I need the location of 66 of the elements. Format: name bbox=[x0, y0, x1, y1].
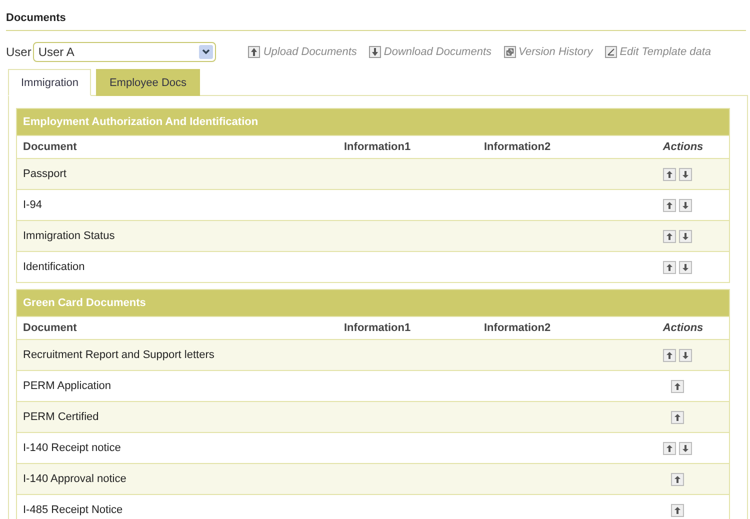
up-arrow-icon bbox=[672, 412, 682, 422]
table-cell-text: Identification bbox=[22, 261, 86, 273]
up-arrow-icon bbox=[664, 444, 674, 452]
up-arrow-icon bbox=[664, 232, 674, 240]
table-cell-text: Recruitment Report and Support letters bbox=[22, 349, 216, 361]
toolbar-link[interactable]: Version History bbox=[504, 46, 593, 58]
upload-button[interactable] bbox=[670, 410, 684, 424]
up-arrow-icon bbox=[664, 200, 674, 210]
download-button[interactable] bbox=[678, 168, 692, 180]
up-arrow-icon bbox=[248, 46, 260, 58]
tab[interactable]: Employee Docs bbox=[96, 69, 200, 96]
user-label: User bbox=[6, 45, 32, 59]
down-arrow-icon bbox=[680, 232, 690, 240]
upload-button[interactable] bbox=[670, 380, 684, 392]
down-arrow-icon bbox=[368, 46, 381, 58]
download-button[interactable] bbox=[678, 348, 692, 362]
table-cell-text: I-94 bbox=[22, 199, 43, 211]
table-cell-text: I-140 Approval notice bbox=[22, 473, 128, 485]
user-select[interactable]: User A bbox=[33, 42, 216, 62]
down-arrow-icon bbox=[680, 170, 690, 178]
up-arrow-icon bbox=[672, 506, 682, 514]
section-header: Employment Authorization And Identification bbox=[17, 109, 729, 135]
up-arrow-icon bbox=[672, 382, 682, 390]
column-header: Information2 bbox=[483, 322, 552, 334]
pencil-icon bbox=[604, 46, 617, 58]
up-arrow-icon bbox=[664, 262, 674, 272]
column-header: Actions bbox=[662, 141, 704, 153]
column-header: Information1 bbox=[343, 141, 412, 153]
up-arrow-icon bbox=[672, 474, 682, 484]
column-header: Information1 bbox=[343, 322, 412, 334]
upload-button[interactable] bbox=[662, 348, 676, 362]
download-button[interactable] bbox=[678, 442, 692, 454]
section-header: Green Card Documents bbox=[17, 290, 729, 316]
dropdown-icon bbox=[199, 45, 214, 59]
upload-button[interactable] bbox=[662, 168, 676, 180]
toolbar-link[interactable]: Download Documents bbox=[368, 46, 492, 58]
column-header: Actions bbox=[662, 322, 704, 334]
copy-icon bbox=[504, 46, 516, 58]
upload-button[interactable] bbox=[662, 198, 676, 212]
upload-button[interactable] bbox=[662, 260, 676, 274]
upload-button[interactable] bbox=[662, 442, 676, 454]
page-title: Documents bbox=[6, 0, 746, 31]
table-cell-text: PERM Certified bbox=[22, 411, 100, 423]
column-header: Document bbox=[22, 141, 78, 153]
download-button[interactable] bbox=[678, 198, 692, 212]
table-cell-text: Immigration Status bbox=[22, 230, 116, 242]
upload-button[interactable] bbox=[662, 230, 676, 242]
upload-button[interactable] bbox=[670, 504, 684, 516]
down-arrow-icon bbox=[680, 350, 690, 360]
download-button[interactable] bbox=[678, 230, 692, 242]
table-cell-text: Passport bbox=[22, 168, 68, 180]
download-button[interactable] bbox=[678, 260, 692, 274]
toolbar-link[interactable]: Edit Template data bbox=[604, 46, 712, 58]
table-cell-text: PERM Application bbox=[22, 380, 112, 392]
down-arrow-icon bbox=[680, 200, 690, 210]
up-arrow-icon bbox=[664, 170, 674, 178]
table-cell-text: I-140 Receipt notice bbox=[22, 442, 122, 454]
toolbar-link[interactable]: Upload Documents bbox=[248, 46, 357, 58]
table-cell-text: I-485 Receipt Notice bbox=[22, 504, 124, 516]
down-arrow-icon bbox=[680, 444, 690, 452]
up-arrow-icon bbox=[664, 350, 674, 360]
upload-button[interactable] bbox=[670, 472, 684, 486]
column-header: Information2 bbox=[483, 141, 552, 153]
down-arrow-icon bbox=[680, 262, 690, 272]
column-header: Document bbox=[22, 322, 78, 334]
tab[interactable]: Immigration bbox=[8, 69, 92, 96]
